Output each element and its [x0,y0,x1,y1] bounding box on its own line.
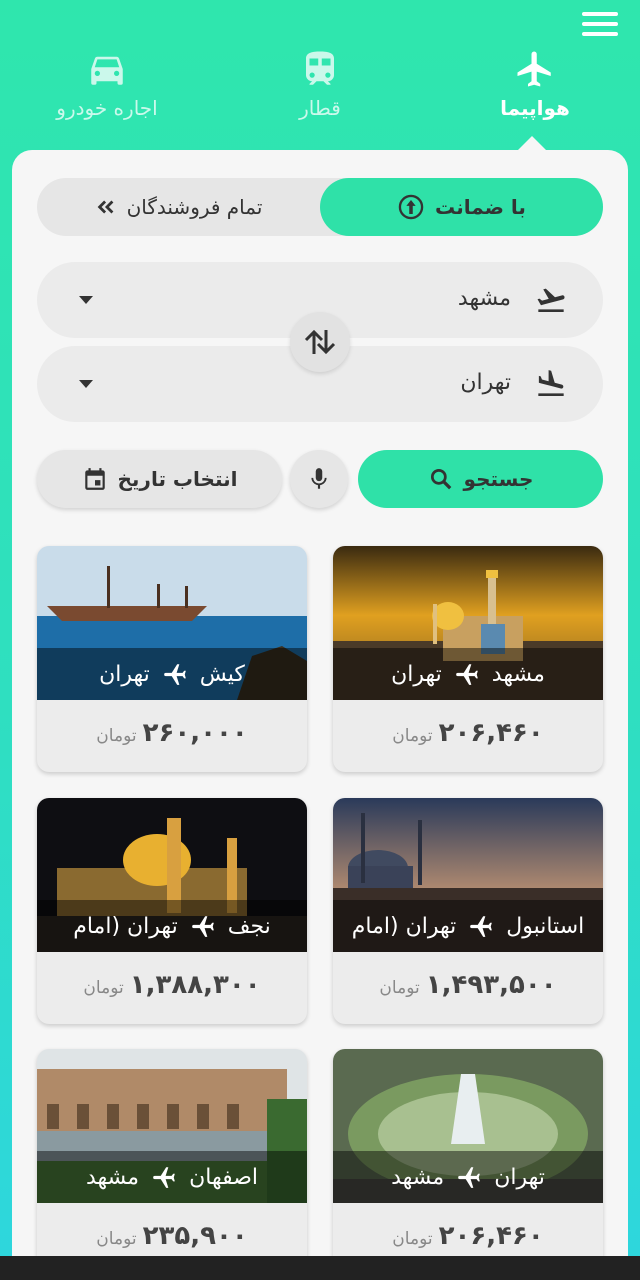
double-chevron-icon [97,200,113,214]
destination-dropdown-caret-icon [79,380,93,388]
route-price: ۲۰۶,۴۶۰تومان [333,1221,603,1251]
seller-filter-toggle: با ضمانت تمام فروشندگان [37,178,603,236]
origin-value: مشهد [457,286,511,311]
search-button[interactable]: جستجو [358,450,603,508]
route-price: ۱,۴۹۳,۵۰۰تومان [333,970,603,1000]
price-currency: تومان [392,1229,433,1249]
search-panel: با ضمانت تمام فروشندگان مشهد تهران جستجو… [12,150,628,1280]
route-card[interactable]: نجف تهران (امام ۱,۳۸۸,۳۰۰تومان [37,798,307,1024]
route-to: تهران [391,661,442,687]
guarantee-label: با ضمانت [435,195,526,219]
route-label: کیش تهران [37,648,307,700]
route-card[interactable]: کیش تهران ۲۶۰,۰۰۰تومان [37,546,307,772]
all-sellers-option[interactable]: تمام فروشندگان [37,178,320,236]
route-from: کیش [199,661,245,687]
select-date-label: انتخاب تاریخ [117,467,238,491]
route-card[interactable]: استانبول تهران (امام ۱,۴۹۳,۵۰۰تومان [333,798,603,1024]
tab-train[interactable]: قطار [235,48,405,148]
hamburger-menu-icon[interactable] [582,12,618,40]
route-label: اصفهان مشهد [37,1151,307,1203]
origin-dropdown-caret-icon [79,296,93,304]
guarantee-option[interactable]: با ضمانت [320,178,603,236]
destination-value: تهران [460,370,511,395]
price-value: ۲۰۶,۴۶۰ [438,1221,544,1251]
route-card[interactable]: اصفهان مشهد ۲۳۵,۹۰۰تومان [37,1049,307,1275]
price-currency: تومان [83,978,124,998]
price-value: ۲۳۵,۹۰۰ [142,1221,248,1251]
select-date-button[interactable]: انتخاب تاریخ [37,450,282,508]
all-sellers-label: تمام فروشندگان [126,195,263,219]
airplane-icon [517,51,551,87]
route-from: استانبول [506,913,585,939]
price-value: ۲۰۶,۴۶۰ [438,718,544,748]
price-value: ۲۶۰,۰۰۰ [142,718,248,748]
airplane-icon [153,1167,175,1188]
calendar-icon [84,468,105,490]
price-value: ۱,۴۹۳,۵۰۰ [425,970,557,1000]
route-from: اصفهان [189,1164,259,1190]
price-currency: تومان [96,1229,137,1249]
airplane-icon [458,1167,481,1188]
route-to: تهران [99,661,150,687]
route-price: ۲۳۵,۹۰۰تومان [37,1221,307,1251]
route-to: تهران (امام [351,913,457,939]
route-price: ۱,۳۸۸,۳۰۰تومان [37,970,307,1000]
takeoff-icon [537,288,565,312]
search-icon [430,468,451,490]
route-from: مشهد [491,661,545,687]
search-label: جستجو [463,467,534,491]
swap-button[interactable] [290,312,350,372]
price-value: ۱,۳۸۸,۳۰۰ [129,970,261,1000]
route-card[interactable]: تهران مشهد ۲۰۶,۴۶۰تومان [333,1049,603,1275]
tab-airplane[interactable]: هواپیما [450,48,620,148]
route-to: مشهد [391,1164,445,1190]
tab-car-rental[interactable]: اجاره خودرو [22,48,192,148]
microphone-icon [311,468,327,489]
active-tab-pointer [518,136,546,150]
tab-car-rental-label: اجاره خودرو [56,96,158,120]
train-icon [306,51,334,85]
guarantee-icon [398,194,424,220]
route-from: نجف [227,913,271,939]
route-card[interactable]: مشهد تهران ۲۰۶,۴۶۰تومان [333,546,603,772]
airplane-icon [163,664,186,685]
price-currency: تومان [96,726,137,746]
system-navigation-bar [0,1256,640,1280]
route-label: نجف تهران (امام [37,900,307,952]
route-label: استانبول تهران (امام [333,900,603,952]
tab-airplane-label: هواپیما [500,96,570,120]
price-currency: تومان [379,978,420,998]
route-label: مشهد تهران [333,648,603,700]
route-to: مشهد [85,1164,140,1190]
car-icon [91,56,123,85]
route-label: تهران مشهد [333,1151,603,1203]
transport-tabs: هواپیما قطار اجاره خودرو [0,40,640,150]
voice-search-button[interactable] [290,450,348,508]
route-from: تهران [494,1164,545,1190]
route-price: ۲۰۶,۴۶۰تومان [333,718,603,748]
airplane-icon [191,916,214,937]
price-currency: تومان [392,726,433,746]
tab-train-label: قطار [299,96,341,120]
route-to: تهران (امام [73,913,178,939]
airplane-icon [456,664,478,685]
route-price: ۲۶۰,۰۰۰تومان [37,718,307,748]
swap-arrows-icon [304,329,336,355]
landing-icon [538,370,564,396]
airplane-icon [470,916,493,937]
